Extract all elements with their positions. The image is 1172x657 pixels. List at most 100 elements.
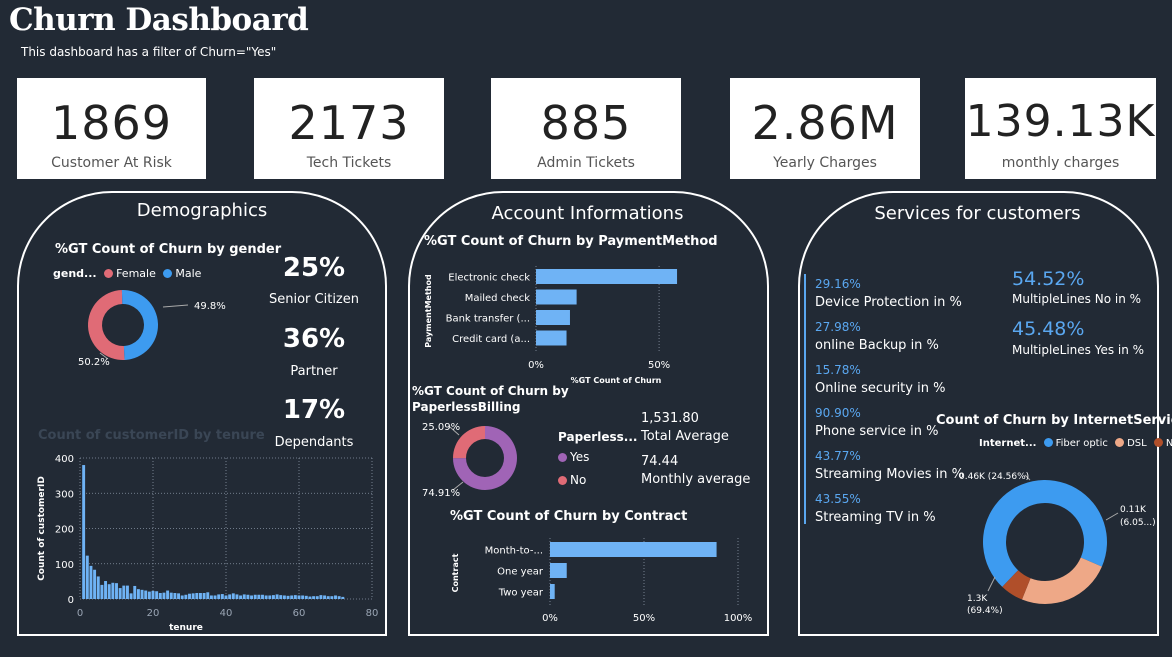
histogram-bar[interactable] [125, 585, 129, 599]
histogram-bar[interactable] [213, 595, 217, 599]
histogram-bar[interactable] [239, 595, 243, 599]
donut-slice-dsl[interactable] [1021, 557, 1102, 604]
gender-donut-chart[interactable]: 49.8% 50.2% [60, 285, 260, 375]
donut-slice-male[interactable] [121, 290, 159, 360]
histogram-bar[interactable] [191, 593, 195, 599]
histogram-bar[interactable] [169, 592, 173, 599]
histogram-bar[interactable] [337, 596, 341, 599]
legend-label-no-internet[interactable]: No [1166, 438, 1172, 449]
histogram-bar[interactable] [246, 594, 250, 599]
histogram-bar[interactable] [118, 588, 122, 599]
histogram-bar[interactable] [231, 593, 235, 599]
histogram-bar[interactable] [286, 595, 290, 599]
histogram-bar[interactable] [334, 595, 337, 599]
legend-label-dsl[interactable]: DSL [1127, 438, 1147, 449]
donut-slice-female[interactable] [88, 290, 125, 360]
histogram-bar[interactable] [177, 593, 181, 599]
kpi-card-monthly-charges[interactable]: 139.13K monthly charges [965, 78, 1156, 179]
histogram-bar[interactable] [279, 595, 283, 599]
histogram-bar[interactable] [301, 595, 305, 599]
bar-0[interactable] [550, 542, 717, 557]
histogram-bar[interactable] [268, 595, 272, 599]
histogram-bar[interactable] [323, 595, 327, 599]
histogram-bar[interactable] [162, 592, 166, 599]
histogram-bar[interactable] [330, 596, 334, 599]
histogram-bar[interactable] [326, 596, 330, 599]
histogram-bar[interactable] [224, 595, 228, 599]
histogram-bar[interactable] [155, 591, 159, 599]
kpi-card-tech-tickets[interactable]: 2173 Tech Tickets [254, 78, 444, 179]
histogram-bar[interactable] [275, 594, 279, 599]
bar-3[interactable] [536, 330, 567, 346]
histogram-bar[interactable] [180, 595, 184, 599]
kpi-card-admin-tickets[interactable]: 885 Admin Tickets [491, 78, 681, 179]
histogram-bar[interactable] [93, 569, 97, 599]
histogram-bar[interactable] [158, 593, 162, 599]
histogram-bar[interactable] [115, 583, 118, 599]
histogram-bar[interactable] [293, 595, 297, 599]
histogram-bar[interactable] [122, 585, 126, 599]
histogram-bar[interactable] [89, 565, 93, 599]
histogram-bar[interactable] [297, 595, 301, 599]
internet-service-donut-chart[interactable]: 1.3K (69.4%) 0.46K (24.56%) 0.11K (6.05...) [930, 455, 1170, 625]
histogram-bar[interactable] [242, 594, 246, 599]
payment-method-chart[interactable]: 0% 50% Electronic check Mailed check Bank tr… [418, 258, 718, 388]
bar-0[interactable] [536, 269, 678, 284]
contract-chart[interactable]: 0% 50% 100% Month-to-... One year Two year Con… [446, 530, 758, 630]
histogram-bar[interactable] [166, 590, 170, 599]
histogram-bar[interactable] [173, 593, 177, 599]
tenure-histogram[interactable]: 0 100 200 300 400 0 20 40 60 80 tenure Count of cus… [32, 446, 378, 632]
histogram-bar[interactable] [271, 595, 275, 599]
histogram-bar[interactable] [220, 594, 224, 599]
histogram-bar[interactable] [151, 590, 155, 599]
paperless-legend-no[interactable]: No [558, 473, 586, 487]
histogram-bar[interactable] [104, 581, 108, 599]
histogram-bar[interactable] [202, 593, 206, 599]
bar-1[interactable] [536, 289, 577, 305]
histogram-bar[interactable] [140, 589, 144, 599]
histogram-bar[interactable] [82, 465, 86, 599]
bar-1[interactable] [550, 563, 567, 578]
histogram-bar[interactable] [257, 594, 261, 599]
histogram-bar[interactable] [304, 595, 308, 599]
histogram-bar[interactable] [341, 596, 345, 599]
histogram-bar[interactable] [107, 584, 111, 599]
histogram-bar[interactable] [290, 595, 294, 599]
histogram-bar[interactable] [209, 595, 213, 599]
histogram-bar[interactable] [253, 594, 257, 599]
histogram-bar[interactable] [147, 591, 151, 599]
histogram-bar[interactable] [133, 585, 137, 599]
histogram-bar[interactable] [136, 589, 140, 599]
paperless-donut-chart[interactable]: 25.09% 74.91% [415, 418, 555, 504]
histogram-bar[interactable] [111, 582, 115, 599]
kpi-card-customers-at-risk[interactable]: 1869 Customer At Risk [17, 78, 206, 179]
histogram-bar[interactable] [188, 593, 191, 599]
histogram-bar[interactable] [264, 595, 268, 599]
legend-label-fiber[interactable]: Fiber optic [1056, 438, 1108, 449]
histogram-bar[interactable] [198, 593, 202, 599]
histogram-bar[interactable] [129, 593, 133, 599]
histogram-bar[interactable] [250, 595, 254, 599]
histogram-bar[interactable] [315, 596, 319, 599]
legend-label-female[interactable]: Female [116, 267, 156, 280]
histogram-bar[interactable] [312, 596, 316, 599]
histogram-bar[interactable] [144, 590, 148, 599]
legend-label-male[interactable]: Male [175, 267, 201, 280]
histogram-bar[interactable] [261, 594, 264, 599]
histogram-bar[interactable] [184, 594, 188, 599]
paperless-legend-yes[interactable]: Yes [558, 450, 589, 464]
bar-2[interactable] [536, 310, 570, 325]
bar-2[interactable] [550, 584, 555, 599]
histogram-bar[interactable] [85, 555, 89, 599]
histogram-bar[interactable] [217, 594, 221, 599]
histogram-bar[interactable] [235, 594, 239, 599]
kpi-card-yearly-charges[interactable]: 2.86M Yearly Charges [730, 78, 920, 179]
histogram-bar[interactable] [308, 596, 312, 599]
histogram-bar[interactable] [282, 595, 286, 599]
histogram-bar[interactable] [96, 576, 100, 599]
histogram-bar[interactable] [319, 595, 323, 599]
histogram-bar[interactable] [195, 593, 199, 599]
histogram-bar[interactable] [206, 592, 210, 599]
histogram-bar[interactable] [228, 594, 232, 599]
histogram-bar[interactable] [100, 584, 104, 599]
